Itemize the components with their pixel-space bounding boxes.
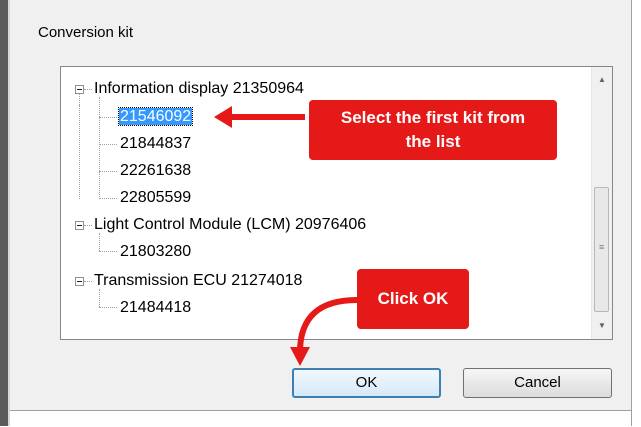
tree-connector xyxy=(84,281,92,282)
tree-connector xyxy=(99,233,100,251)
scroll-down-arrow-icon[interactable]: ▼ xyxy=(592,317,612,335)
ok-button[interactable]: OK xyxy=(292,368,441,398)
tree-connector xyxy=(84,89,92,90)
tree-connector xyxy=(99,198,117,199)
tree-connector xyxy=(99,289,100,307)
tree-item-information-display[interactable]: Information display 21350964 xyxy=(94,79,304,99)
collapse-icon[interactable] xyxy=(75,277,84,286)
tree-connector xyxy=(99,97,100,199)
vertical-scrollbar[interactable]: ▲ ≡ ▼ xyxy=(591,67,612,339)
tree-connector xyxy=(99,144,117,145)
tree-item-kit-21803280[interactable]: 21803280 xyxy=(120,242,191,262)
tree-item-kit-21844837[interactable]: 21844837 xyxy=(120,134,191,154)
collapse-icon[interactable] xyxy=(75,85,84,94)
tree-item-kit-22261638[interactable]: 22261638 xyxy=(120,161,191,181)
group-label-conversion-kit: Conversion kit xyxy=(38,24,134,41)
window-bottom-border xyxy=(10,410,631,427)
window-right-border xyxy=(631,0,641,426)
tree-item-light-control-module[interactable]: Light Control Module (LCM) 20976406 xyxy=(94,215,366,235)
tree-connector xyxy=(84,225,92,226)
cancel-button[interactable]: Cancel xyxy=(463,368,612,398)
callout-select-first-kit: Select the first kit from the list xyxy=(309,100,557,160)
tree-item-kit-21546092[interactable]: 21546092 xyxy=(117,107,194,127)
tree-connector xyxy=(99,171,117,172)
callout-line-1: Select the first kit from xyxy=(340,108,526,127)
window-left-border xyxy=(0,0,10,426)
tree-connector xyxy=(79,105,80,199)
tree-item-transmission-ecu[interactable]: Transmission ECU 21274018 xyxy=(94,271,302,291)
tree-item-label-selected[interactable]: 21546092 xyxy=(117,107,194,126)
tree-item-kit-21484418[interactable]: 21484418 xyxy=(120,298,191,318)
grip-icon: ≡ xyxy=(599,242,605,252)
callout-line-2: the list xyxy=(405,132,461,151)
tree-connector xyxy=(99,251,117,252)
scroll-up-arrow-icon[interactable]: ▲ xyxy=(592,71,612,89)
callout-click-ok: Click OK xyxy=(357,269,469,329)
callout-click-ok-text: Click OK xyxy=(377,289,449,308)
tree-item-kit-22805599[interactable]: 22805599 xyxy=(120,188,191,208)
tree-connector xyxy=(99,307,117,308)
tree-connector xyxy=(99,117,117,118)
scrollbar-thumb[interactable]: ≡ xyxy=(594,187,609,312)
collapse-icon[interactable] xyxy=(75,221,84,230)
